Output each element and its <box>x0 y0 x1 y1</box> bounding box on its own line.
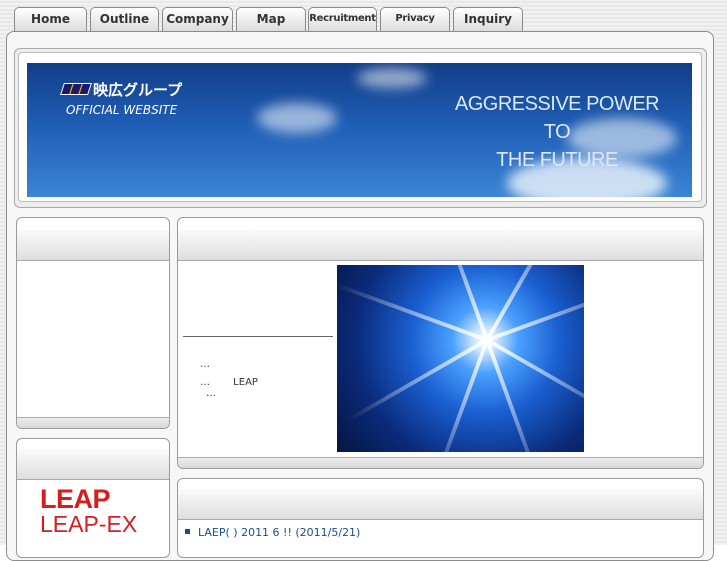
light-ray <box>485 265 569 341</box>
slogan-line: THE FUTURE <box>496 149 618 171</box>
slogan: AGGRESSIVE POWER TO THE FUTURE <box>427 90 687 174</box>
intro-text-line: … <box>200 359 210 370</box>
intro-text-line: … LEAP <box>200 377 258 388</box>
bullet-icon <box>185 529 190 534</box>
light-burst-image <box>337 265 584 452</box>
panel-footer <box>178 457 703 468</box>
tab-map[interactable]: Map <box>236 7 306 31</box>
news-panel <box>177 478 704 558</box>
company-logo-icon[interactable] <box>60 83 92 95</box>
slogan-line: AGGRESSIVE POWER <box>454 93 660 115</box>
header-banner: 映広グループ OFFICIAL WEBSITE AGGRESSIVE POWER… <box>27 63 692 197</box>
tab-company[interactable]: Company <box>162 7 233 31</box>
tab-privacy-policy[interactable]: Privacy policy <box>380 7 450 46</box>
slogan-line: TO <box>543 121 571 143</box>
leap-banner[interactable]: LEAP LEAP-EX <box>18 483 148 543</box>
official-website-label: OFFICIAL WEBSITE <box>66 103 178 117</box>
light-ray <box>337 283 488 342</box>
light-ray <box>347 338 488 422</box>
tab-inquiry[interactable]: Inquiry <box>453 7 523 31</box>
tab-home[interactable]: Home <box>14 7 87 31</box>
tab-recruitment[interactable]: Recruitment <box>308 7 377 31</box>
news-item-text[interactable]: LAEP( ) 2011 6 !! (2011/5/21) <box>198 526 360 539</box>
cloud-shape <box>357 68 427 88</box>
panel-header <box>178 230 703 261</box>
panel-header <box>17 230 169 261</box>
tab-outline[interactable]: Outline <box>90 7 159 31</box>
cloud-shape <box>257 103 337 133</box>
divider <box>183 336 333 337</box>
panel-header <box>17 449 169 480</box>
intro-text-line: … <box>206 388 216 399</box>
leap-ex-title: LEAP-EX <box>40 511 138 537</box>
sidebar-panel <box>16 217 170 429</box>
panel-footer <box>17 417 169 428</box>
company-name: 映広グループ <box>93 81 183 99</box>
panel-header <box>178 489 703 520</box>
news-item[interactable]: LAEP( ) 2011 6 !! (2011/5/21) <box>185 526 360 539</box>
